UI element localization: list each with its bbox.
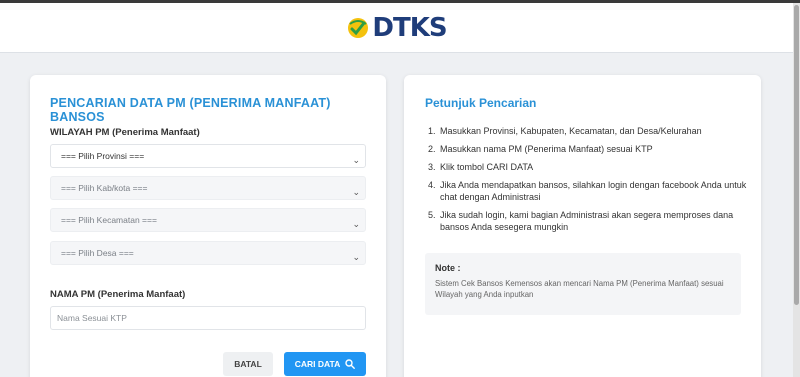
help-card-title: Petunjuk Pencarian bbox=[425, 96, 537, 110]
village-select-value: === Pilih Desa === bbox=[61, 248, 134, 258]
list-item: 3. Klik tombol CARI DATA bbox=[428, 162, 534, 172]
dtks-logo[interactable]: DTKS bbox=[346, 12, 448, 43]
note-box: Note : Sistem Cek Bansos Kemensos akan m… bbox=[425, 253, 741, 315]
list-item: 5. Jika sudah login, kami bagian Administ… bbox=[428, 210, 734, 232]
chevron-down-icon: ⌄ bbox=[352, 252, 360, 262]
district-select[interactable]: === Pilih Kecamatan === ⌄ bbox=[50, 208, 366, 232]
list-item: 2. Masukkan nama PM (Penerima Manfaat) se… bbox=[428, 144, 653, 154]
province-select-value: === Pilih Provinsi === bbox=[61, 151, 145, 161]
search-button[interactable]: CARI DATA bbox=[284, 352, 366, 376]
page-scrollbar[interactable] bbox=[793, 3, 800, 377]
chevron-down-icon: ⌄ bbox=[352, 155, 360, 165]
village-select[interactable]: === Pilih Desa === ⌄ bbox=[50, 241, 366, 265]
instruction-list: 1. Masukkan Provinsi, Kabupaten, Kecamata… bbox=[428, 125, 748, 239]
chevron-down-icon: ⌄ bbox=[352, 219, 360, 229]
scrollbar-thumb[interactable] bbox=[794, 5, 799, 305]
site-header: DTKS bbox=[0, 3, 793, 53]
garuda-emblem-icon bbox=[348, 17, 369, 38]
note-text: Sistem Cek Bansos Kemensos akan mencari … bbox=[435, 279, 724, 299]
search-card-title: PENCARIAN DATA PM (PENERIMA MANFAAT) BAN… bbox=[50, 96, 331, 124]
province-select[interactable]: === Pilih Provinsi === ⌄ bbox=[50, 144, 366, 168]
name-input[interactable] bbox=[50, 306, 366, 330]
search-button-label: CARI DATA bbox=[294, 359, 341, 369]
search-card: PENCARIAN DATA PM (PENERIMA MANFAAT) BAN… bbox=[30, 75, 386, 377]
name-label: NAMA PM (Penerima Manfaat) bbox=[50, 289, 186, 300]
note-title: Note : bbox=[435, 263, 461, 273]
city-select-value: === Pilih Kab/kota === bbox=[61, 183, 148, 193]
region-label: WILAYAH PM (Penerima Manfaat) bbox=[50, 127, 200, 138]
search-icon bbox=[345, 359, 356, 369]
list-item: 4. Jika Anda mendapatkan bansos, silahkan… bbox=[428, 180, 747, 202]
city-select[interactable]: === Pilih Kab/kota === ⌄ bbox=[50, 176, 366, 200]
help-card: Petunjuk Pencarian 1. Masukkan Provinsi, … bbox=[404, 75, 761, 377]
list-item: 1. Masukkan Provinsi, Kabupaten, Kecamata… bbox=[428, 126, 702, 136]
district-select-value: === Pilih Kecamatan === bbox=[61, 215, 157, 225]
logo-text: DTKS bbox=[372, 12, 447, 43]
chevron-down-icon: ⌄ bbox=[352, 187, 360, 197]
cancel-button[interactable]: BATAL bbox=[223, 352, 273, 376]
